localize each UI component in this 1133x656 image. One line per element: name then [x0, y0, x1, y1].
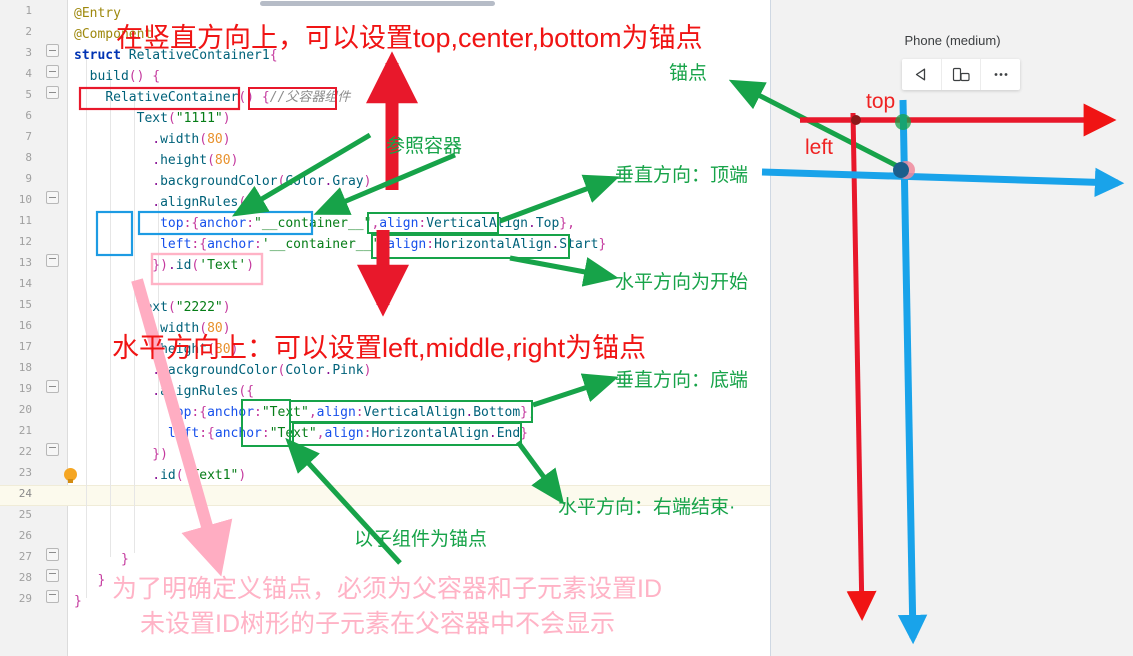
- rotate-left-icon[interactable]: [902, 59, 942, 90]
- fold-marker-line4[interactable]: [46, 65, 59, 78]
- line-number: 18: [18, 361, 32, 374]
- fold-marker-line19[interactable]: [46, 380, 59, 393]
- fold-marker-line13[interactable]: [46, 254, 59, 267]
- line-number: 11: [18, 214, 32, 227]
- line-number: 20: [18, 403, 32, 416]
- line-number: 12: [18, 235, 32, 248]
- orientation-toggle-icon[interactable]: [942, 59, 982, 90]
- bulb-base: [68, 479, 73, 483]
- line-number: 16: [18, 319, 32, 332]
- preview-device-title: Phone (medium): [904, 33, 1001, 48]
- line-number: 17: [18, 340, 32, 353]
- line-number: 1: [25, 4, 32, 17]
- fold-marker-line5[interactable]: [46, 86, 59, 99]
- fold-marker-line10[interactable]: [46, 191, 59, 204]
- fold-marker-line3[interactable]: [46, 44, 59, 57]
- line-number: 15: [18, 298, 32, 311]
- line-number: 7: [25, 130, 32, 143]
- line-number: 29: [18, 592, 32, 605]
- line-number: 4: [25, 67, 32, 80]
- line-number: 26: [18, 529, 32, 542]
- line-number: 22: [18, 445, 32, 458]
- horizontal-scrollbar[interactable]: [260, 1, 495, 6]
- line-number: 23: [18, 466, 32, 479]
- line-number: 28: [18, 571, 32, 584]
- fold-marker-line28[interactable]: [46, 569, 59, 582]
- line-number: 10: [18, 193, 32, 206]
- line-number: 3: [25, 46, 32, 59]
- preview-panel[interactable]: Phone (medium): [770, 0, 1133, 656]
- line-number: 9: [25, 172, 32, 185]
- code-editor-panel[interactable]: 1 2 3 4 5 6 7 8 9 10 11 12 13 14 15 16 17 18 19 20 21 22 23 24 2…: [0, 0, 770, 656]
- current-line-highlight: [0, 485, 770, 506]
- line-number: 21: [18, 424, 32, 437]
- line-number: 2: [25, 25, 32, 38]
- line-number: 8: [25, 151, 32, 164]
- line-number: 6: [25, 109, 32, 122]
- line-number: 27: [18, 550, 32, 563]
- line-number: 5: [25, 88, 32, 101]
- line-number: 24: [18, 487, 32, 500]
- line-number: 25: [18, 508, 32, 521]
- fold-marker-line27[interactable]: [46, 548, 59, 561]
- preview-toolbar[interactable]: [902, 59, 1020, 90]
- fold-marker-line22[interactable]: [46, 443, 59, 456]
- more-options-icon[interactable]: [981, 59, 1020, 90]
- line-number: 19: [18, 382, 32, 395]
- fold-marker-line29[interactable]: [46, 590, 59, 603]
- line-number: 13: [18, 256, 32, 269]
- line-number: 14: [18, 277, 32, 290]
- screenshot-root: 1 2 3 4 5 6 7 8 9 10 11 12 13 14 15 16 17 18 19 20 21 22 23 24 2…: [0, 0, 1133, 656]
- current-line-border-bottom: [0, 505, 770, 506]
